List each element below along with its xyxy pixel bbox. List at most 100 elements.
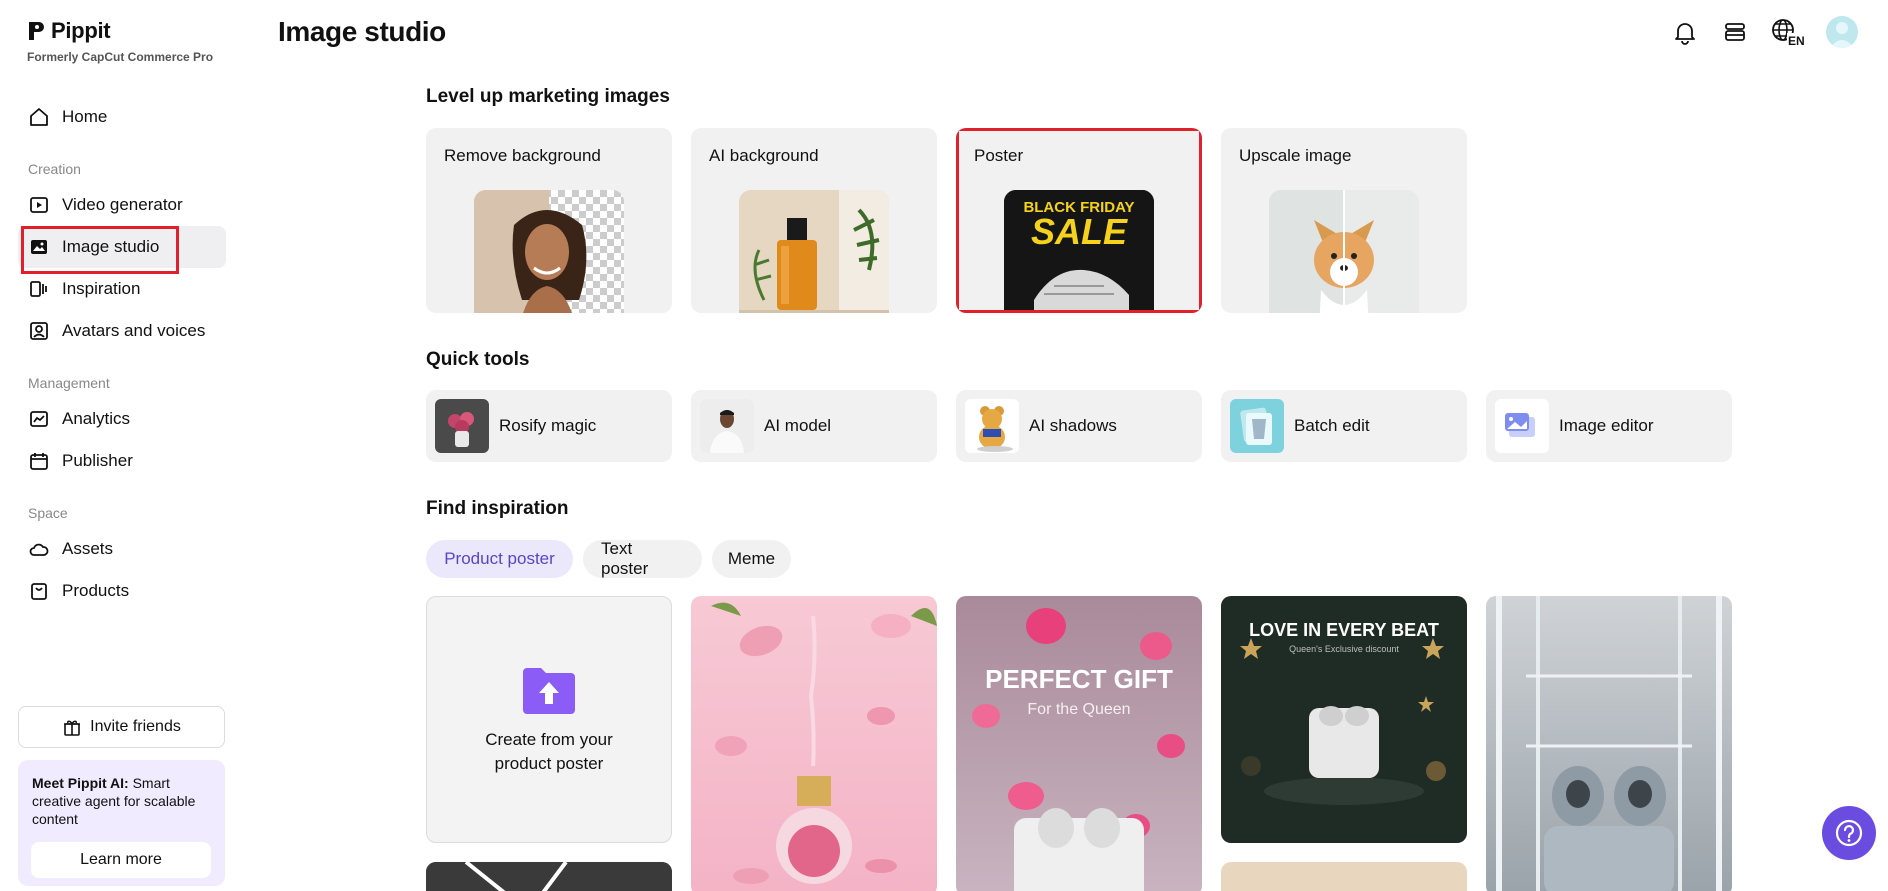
lang-code: EN	[1788, 34, 1805, 47]
tool-image-editor[interactable]: Image editor	[1486, 390, 1732, 462]
sidebar-item-video-generator[interactable]: Video generator	[18, 184, 226, 226]
sidebar-item-label: Publisher	[62, 451, 133, 470]
section-title-inspiration: Find inspiration	[426, 498, 569, 519]
tool-ai-shadows[interactable]: AI shadows	[956, 390, 1202, 462]
home-icon	[30, 108, 48, 126]
sidebar-item-products[interactable]: Products	[18, 570, 226, 612]
sidebar-item-label: Inspiration	[62, 279, 141, 298]
create-line2: product poster	[494, 753, 604, 773]
gallery-item-perfume[interactable]	[691, 596, 937, 891]
upscale-thumbnail	[1269, 190, 1419, 313]
batch-edit-thumbnail	[1230, 399, 1284, 453]
tool-label: Image editor	[1559, 416, 1654, 435]
feature-label: Remove background	[444, 146, 601, 165]
love-beat-thumbnail: LOVE IN EVERY BEAT Queen's Exclusive dis…	[1221, 596, 1467, 843]
learn-more-button[interactable]: Learn more	[31, 842, 211, 878]
promo-text: Meet Pippit AI: Smart creative agent for…	[32, 774, 211, 828]
inspiration-icon	[30, 281, 47, 297]
tool-rosify-magic[interactable]: Rosify magic	[426, 390, 672, 462]
gallery-item-partial[interactable]	[426, 862, 672, 891]
notifications-button[interactable]	[1670, 17, 1700, 47]
rose-vase-icon	[435, 399, 489, 453]
nav-section-space: Space	[28, 505, 68, 521]
sidebar-item-publisher[interactable]: Publisher	[18, 440, 226, 482]
sidebar-item-label: Products	[62, 581, 130, 600]
gallery-item-earbuds[interactable]	[1486, 596, 1732, 891]
chip-meme[interactable]: Meme	[712, 540, 791, 578]
rose-perfume-thumbnail	[691, 596, 937, 891]
teddy-bear-icon	[965, 399, 1019, 453]
ai-model-thumbnail	[700, 399, 754, 453]
tool-label: AI model	[764, 416, 832, 435]
bell-icon	[1675, 23, 1695, 45]
invite-friends-button[interactable]: Invite friends	[18, 706, 225, 748]
sidebar-item-assets[interactable]: Assets	[18, 528, 226, 570]
sidebar-item-label: Avatars and voices	[62, 321, 206, 340]
tool-batch-edit[interactable]: Batch edit	[1221, 390, 1467, 462]
poster-line2: SALE	[1031, 211, 1128, 252]
sidebar-item-label: Image studio	[62, 237, 160, 256]
tool-label: Rosify magic	[499, 416, 597, 435]
beat-subtitle: Queen's Exclusive discount	[1289, 644, 1399, 654]
user-silhouette-icon	[1830, 22, 1854, 48]
image-editor-thumbnail	[1495, 399, 1549, 453]
sidebar-item-avatars-voices[interactable]: Avatars and voices	[18, 310, 226, 352]
create-line1: Create from your	[485, 729, 613, 749]
nav-section-creation: Creation	[28, 161, 81, 177]
beige-thumbnail	[1221, 862, 1467, 891]
feature-label: Upscale image	[1239, 146, 1352, 165]
cloud-icon	[29, 543, 49, 556]
sidebar-item-analytics[interactable]: Analytics	[18, 398, 226, 440]
feature-upscale-image[interactable]: Upscale image	[1221, 128, 1467, 313]
gallery-item-perfect-gift[interactable]: PERFECT GIFT For the Queen	[956, 596, 1202, 891]
sidebar-item-label: Video generator	[62, 195, 183, 214]
earbuds-thumbnail	[1486, 596, 1732, 891]
language-button[interactable]: EN	[1770, 17, 1806, 47]
page-title: Image studio	[278, 16, 446, 47]
chip-product-poster[interactable]: Product poster	[426, 540, 573, 578]
create-card-text: Create from your product poster	[485, 728, 613, 776]
create-from-poster-card[interactable]: Create from your product poster	[426, 596, 672, 843]
pippit-logo-icon	[29, 22, 44, 40]
sidebar-item-label: Home	[62, 107, 108, 126]
sidebar-item-label: Analytics	[62, 409, 131, 428]
poster-line1: BLACK FRIDAY	[1023, 199, 1134, 216]
gift-title: PERFECT GIFT	[985, 664, 1173, 694]
perfume-illustration	[739, 190, 889, 313]
sidebar-item-inspiration[interactable]: Inspiration	[18, 268, 226, 310]
credits-button[interactable]	[1720, 17, 1750, 47]
image-studio-icon	[31, 240, 47, 254]
promo-bold: Meet Pippit AI:	[32, 775, 129, 791]
feature-label: Poster	[974, 146, 1024, 165]
rosify-thumbnail	[435, 399, 489, 453]
feature-label: AI background	[709, 146, 819, 165]
folder-upload-icon	[523, 667, 575, 714]
sidebar-nav: Home Creation Video generator Image stud…	[18, 96, 226, 612]
sidebar-item-image-studio[interactable]: Image studio	[18, 226, 226, 274]
ai-bg-thumbnail	[739, 190, 889, 313]
gallery-item-partial-2[interactable]	[1221, 862, 1467, 891]
feature-ai-background[interactable]: AI background	[691, 128, 937, 313]
portrait-illustration	[474, 190, 624, 313]
feature-poster[interactable]: Poster BLACK FRIDAY SALE	[956, 128, 1202, 313]
sidebar-item-home[interactable]: Home	[18, 96, 226, 138]
tool-label: Batch edit	[1294, 416, 1370, 435]
user-avatar[interactable]	[1826, 16, 1858, 48]
product-box-icon	[31, 583, 47, 600]
ai-shadows-thumbnail	[965, 399, 1019, 453]
poster-thumbnail: BLACK FRIDAY SALE	[1004, 190, 1154, 313]
globe-icon: EN	[1772, 19, 1805, 47]
brand[interactable]: Pippit Formerly CapCut Commerce Pro	[27, 18, 213, 64]
feature-remove-background[interactable]: Remove background	[426, 128, 672, 313]
tool-ai-model[interactable]: AI model	[691, 390, 937, 462]
chip-text-poster[interactable]: Text poster	[583, 539, 702, 578]
help-button[interactable]	[1822, 806, 1876, 860]
gallery-item-love-beat[interactable]: LOVE IN EVERY BEAT Queen's Exclusive dis…	[1221, 596, 1467, 843]
stack-icon	[1725, 23, 1745, 41]
invite-label: Invite friends	[90, 718, 181, 735]
sidebar-item-label: Assets	[62, 539, 114, 558]
tool-label: AI shadows	[1029, 416, 1117, 435]
black-friday-illustration: BLACK FRIDAY SALE	[1004, 190, 1154, 313]
image-editor-icon	[1495, 399, 1549, 453]
sidebar: Pippit Formerly CapCut Commerce Pro Home…	[0, 0, 240, 891]
